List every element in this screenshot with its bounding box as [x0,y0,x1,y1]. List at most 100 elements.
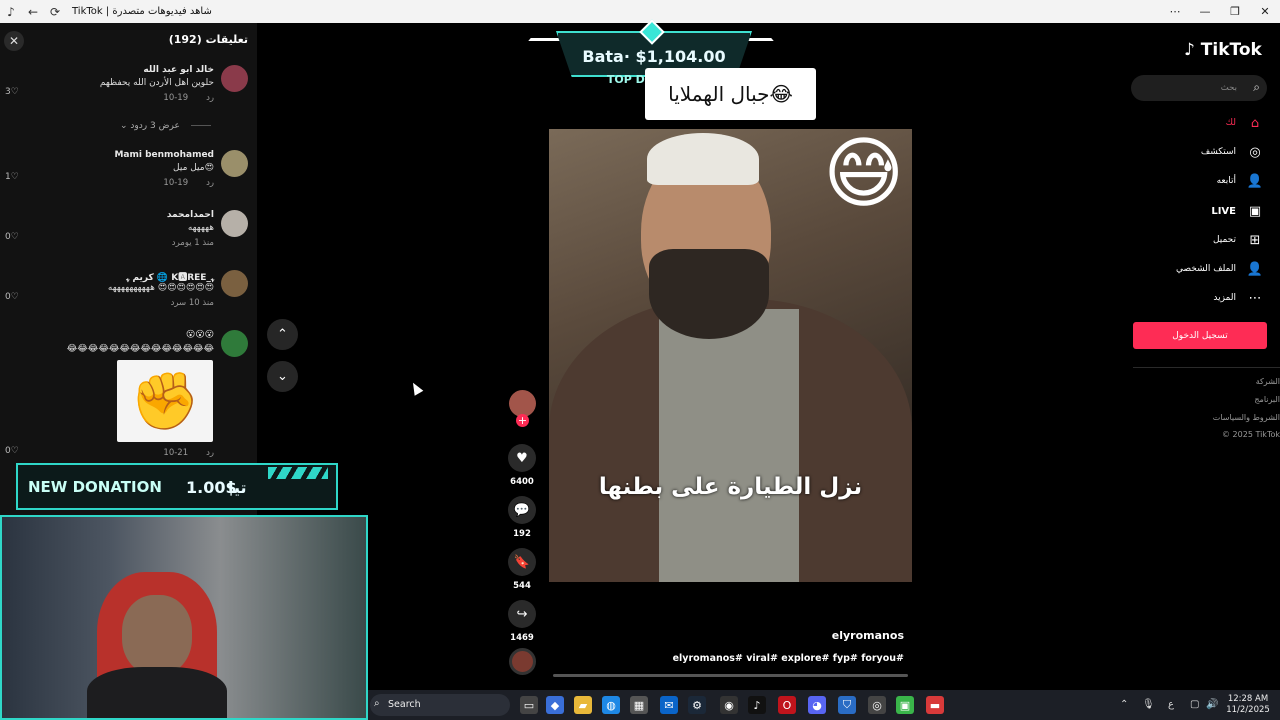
comment-author[interactable]: 😮😮😮 [186,330,214,340]
edge-icon[interactable]: ◍ [602,696,620,714]
new-donation-overlay: NEW DONATION 1.00$ تيا [16,463,338,510]
comment-icon[interactable]: 💬 [508,496,536,524]
compass-icon: ◎ [1249,144,1261,160]
volume-icon[interactable]: 🔊 [1206,699,1218,710]
creator-avatar[interactable] [509,390,536,417]
comment-text: هههههه [187,223,214,233]
reply-link[interactable]: رد [206,178,214,188]
avatar[interactable] [221,65,248,92]
video-hashtags[interactable]: elyromanos# viral# explore# fyp# foryou# [600,653,904,664]
comment-action[interactable]: 💬 192 [507,496,537,539]
sidebar-item-profile[interactable]: الملف الشخصي 👤 [1176,259,1264,279]
media-app-icon[interactable]: ▬ [926,696,944,714]
comment-author[interactable]: كريم ﮩ 🌐 K🅰REE_ﮩ [126,270,214,283]
share-action[interactable]: ↪ 1469 [507,600,537,643]
comment-author[interactable]: Mami benmohamed [114,150,214,160]
avatar[interactable] [221,270,248,297]
sidebar-item-live[interactable]: LIVE ▣ [1211,201,1264,221]
view-replies-link[interactable]: ⌄ عرض 3 ردود [120,121,211,131]
footer-link-terms[interactable]: الشروط والسياسات [1213,413,1280,422]
comment-like-button[interactable]: 0♡ [5,232,19,242]
comment-like-button[interactable]: 1♡ [5,172,19,182]
save-action[interactable]: 🔖 544 [507,548,537,591]
minimize-button[interactable]: — [1190,0,1220,23]
login-button[interactable]: تسجيل الدخول [1133,322,1267,349]
reload-icon[interactable]: ⟳ [44,0,66,23]
tiktok-logo[interactable]: ♪ TikTok [1184,40,1262,60]
video-progress-bar[interactable] [553,674,908,677]
sidebar-item-label: تحميل [1212,235,1236,245]
comment-like-button[interactable]: 3♡ [5,87,19,97]
divider [190,125,211,126]
next-video-button[interactable]: ⌄ [267,361,298,392]
sidebar-item-explore[interactable]: استكشف ◎ [1201,142,1264,162]
sidebar-item-for-you[interactable]: لك ⌂ [1226,113,1264,133]
reply-link[interactable]: رد [171,298,179,308]
more-icon[interactable]: ⋯ [1160,0,1190,23]
sidebar-item-upload[interactable]: تحميل ⊞ [1213,230,1264,250]
comment-author[interactable]: احمدامحمد [167,210,214,220]
sweat-smile-emoji-icon: 😅 [823,129,905,219]
reply-link[interactable]: رد [206,93,214,103]
discord-icon[interactable]: ◕ [808,696,826,714]
comment-text: ميل ميل😍 [173,163,214,173]
heart-icon[interactable]: ♥ [508,444,536,472]
store-icon[interactable]: ▦ [630,696,648,714]
previous-video-button[interactable]: ⌃ [267,319,298,350]
obs-icon[interactable]: ◎ [868,696,886,714]
search-input[interactable]: بحث ⌕ [1131,75,1267,101]
close-window-button[interactable]: ✕ [1250,0,1280,23]
game-app-icon[interactable]: ▣ [896,696,914,714]
comment-date: 10-19 [163,93,189,103]
network-icon[interactable]: ▢ [1190,699,1199,710]
close-comments-icon[interactable]: ✕ [4,31,24,51]
4k-app-icon[interactable]: ◉ [720,696,738,714]
footer-link-company[interactable]: الشركة [1256,377,1280,386]
copilot-icon[interactable]: ◆ [546,696,564,714]
steam-icon[interactable]: ⚙ [688,696,706,714]
chevron-up-icon: ⌃ [277,327,288,342]
opera-icon[interactable]: O [778,696,796,714]
task-view-icon[interactable]: ▭ [520,696,538,714]
heart-icon: ♡ [10,232,19,242]
tiktok-note-icon: ♪ [1184,40,1195,60]
home-icon: ⌂ [1250,115,1260,131]
sidebar-divider [1133,367,1280,368]
taskbar-clock[interactable]: 12:28 AM 11/2/2025 [1220,694,1276,716]
sidebar-item-more[interactable]: المزيد ⋯ [1213,288,1264,308]
keyboard-language-icon[interactable]: ع [1168,699,1174,710]
outlook-icon[interactable]: ✉ [660,696,678,714]
comment-author[interactable]: خالد ابو عبد الله [143,65,214,75]
follow-plus-icon[interactable]: + [516,414,529,427]
like-action[interactable]: ♥ 6400 [507,444,537,487]
heart-icon: ♡ [10,446,19,456]
video-figure-beard [649,249,769,339]
fist-sticker-image: ✊ [117,360,213,442]
sidebar-item-following[interactable]: أتابعه 👤 [1217,171,1264,191]
file-explorer-icon[interactable]: ▰ [574,696,592,714]
comments-panel: ✕ تعليقات (192) خالد ابو عبد الله حلوين … [0,23,257,518]
music-disc-icon[interactable] [509,648,536,675]
reply-link[interactable]: رد [206,448,214,458]
new-donation-title: NEW DONATION [28,478,162,496]
maximize-button[interactable]: ❐ [1220,0,1250,23]
video-author[interactable]: elyromanos [800,629,904,642]
taskbar-search[interactable]: ⌕ Search [370,694,510,716]
tiktok-taskbar-icon[interactable]: ♪ [748,696,766,714]
avatar[interactable] [221,210,248,237]
search-icon[interactable]: ⌕ [1253,80,1260,95]
back-icon[interactable]: ← [22,0,44,23]
avatar[interactable] [221,150,248,177]
avatar[interactable] [221,330,248,357]
tray-chevron-up-icon[interactable]: ⌃ [1120,699,1128,710]
footer-link-program[interactable]: البرنامج [1254,395,1280,404]
bookmark-icon[interactable]: 🔖 [508,548,536,576]
microphone-icon[interactable]: 🎙 [1142,699,1155,710]
comment-like-button[interactable]: 0♡ [5,292,19,302]
shield-icon[interactable]: ⛉ [838,696,856,714]
windows-taskbar: ⌕ Search ▭ ◆ ▰ ◍ ▦ ✉ ⚙ ◉ ♪ O ◕ ⛉ ◎ ▣ ▬ ⌃… [368,690,1280,720]
comment-like-button[interactable]: 0♡ [5,446,19,456]
share-icon[interactable]: ↪ [508,600,536,628]
video-player[interactable]: 😅 نزل الطيارة على بطنها [549,129,912,582]
reply-link[interactable]: رد [172,238,180,248]
